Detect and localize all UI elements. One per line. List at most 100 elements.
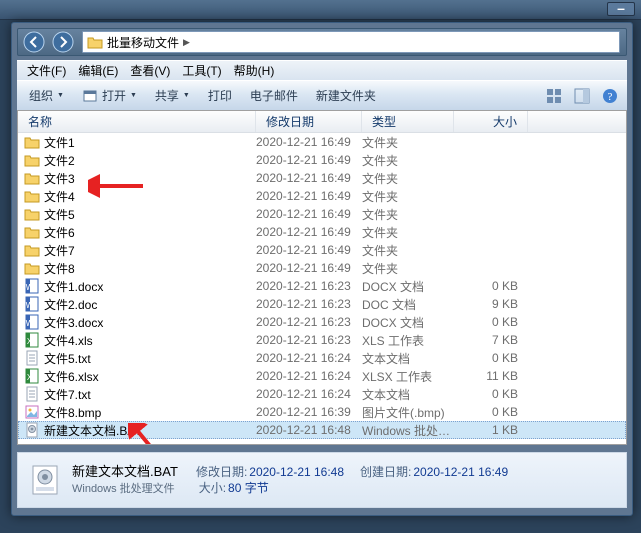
file-type: 文件夹	[362, 260, 454, 277]
file-type: 文件夹	[362, 224, 454, 241]
file-name: 文件1	[44, 134, 75, 151]
folder-icon	[24, 206, 40, 222]
docx-icon: W	[24, 278, 40, 294]
file-name: 文件2.doc	[44, 296, 97, 313]
file-name: 文件5.txt	[44, 350, 91, 367]
file-date: 2020-12-21 16:49	[256, 225, 362, 239]
share-label: 共享	[155, 87, 179, 104]
back-button[interactable]	[21, 30, 47, 54]
column-size-header[interactable]: 大小	[454, 111, 528, 132]
file-size: 9 KB	[454, 297, 528, 311]
file-row[interactable]: X文件4.xls2020-12-21 16:23XLS 工作表7 KB	[18, 331, 626, 349]
file-date: 2020-12-21 16:23	[256, 333, 362, 347]
file-row[interactable]: 文件42020-12-21 16:49文件夹	[18, 187, 626, 205]
email-label: 电子邮件	[250, 87, 298, 104]
menu-file[interactable]: 文件(F)	[21, 60, 72, 81]
file-name: 文件6.xlsx	[44, 368, 99, 385]
file-row[interactable]: 文件32020-12-21 16:49文件夹	[18, 169, 626, 187]
file-row[interactable]: 文件52020-12-21 16:49文件夹	[18, 205, 626, 223]
file-row[interactable]: W文件2.doc2020-12-21 16:23DOC 文档9 KB	[18, 295, 626, 313]
file-row[interactable]: 新建文本文档.BAT2020-12-21 16:48Windows 批处理...…	[18, 421, 626, 439]
file-row[interactable]: W文件1.docx2020-12-21 16:23DOCX 文档0 KB	[18, 277, 626, 295]
address-bar[interactable]: 批量移动文件 ▶	[82, 31, 620, 53]
txt-icon	[24, 386, 40, 402]
menu-help[interactable]: 帮助(H)	[228, 60, 281, 81]
command-bar: 组织▼ 打开▼ 共享 ▼ 打印 电子邮件 新建文件夹 ?	[17, 80, 627, 110]
xlsx-icon: X	[24, 368, 40, 384]
file-row[interactable]: 文件72020-12-21 16:49文件夹	[18, 241, 626, 259]
file-date: 2020-12-21 16:24	[256, 351, 362, 365]
breadcrumb[interactable]: 批量移动文件	[107, 34, 183, 51]
file-date: 2020-12-21 16:49	[256, 189, 362, 203]
details-pane: 新建文本文档.BAT 修改日期: 2020-12-21 16:48 创建日期: …	[17, 452, 627, 508]
file-row[interactable]: 文件7.txt2020-12-21 16:24文本文档0 KB	[18, 385, 626, 403]
file-date: 2020-12-21 16:49	[256, 135, 362, 149]
folder-icon	[24, 134, 40, 150]
menu-view[interactable]: 查看(V)	[124, 60, 176, 81]
new-folder-button[interactable]: 新建文件夹	[308, 84, 384, 108]
column-type-header[interactable]: 类型	[362, 111, 454, 132]
file-date: 2020-12-21 16:49	[256, 207, 362, 221]
svg-text:W: W	[26, 301, 34, 310]
file-name: 文件5	[44, 206, 75, 223]
file-date: 2020-12-21 16:23	[256, 297, 362, 311]
chevron-down-icon: ▼	[57, 92, 64, 99]
menu-tools[interactable]: 工具(T)	[176, 60, 227, 81]
email-button[interactable]: 电子邮件	[242, 84, 306, 108]
file-size: 11 KB	[454, 369, 528, 383]
svg-text:W: W	[26, 319, 34, 328]
file-name: 文件3.docx	[44, 314, 103, 331]
svg-text:W: W	[26, 283, 34, 292]
view-options-button[interactable]	[543, 85, 565, 107]
print-button[interactable]: 打印	[200, 84, 240, 108]
folder-icon	[24, 260, 40, 276]
details-file-type: Windows 批处理文件	[72, 481, 175, 497]
file-type: XLS 工作表	[362, 332, 454, 349]
column-date-header[interactable]: 修改日期	[256, 111, 362, 132]
folder-icon	[24, 224, 40, 240]
file-date: 2020-12-21 16:49	[256, 153, 362, 167]
file-row[interactable]: 文件5.txt 2020-12-21 16:24文本文档0 KB	[18, 349, 626, 367]
file-type: 文本文档	[362, 350, 454, 367]
preview-pane-button[interactable]	[571, 85, 593, 107]
file-name: 文件7.txt	[44, 386, 91, 403]
file-name: 文件4	[44, 188, 75, 205]
open-button[interactable]: 打开▼	[74, 84, 145, 108]
minimize-button[interactable]: –	[607, 2, 635, 16]
xls-icon: X	[24, 332, 40, 348]
folder-icon	[24, 242, 40, 258]
file-type: 文本文档	[362, 386, 454, 403]
folder-icon	[24, 170, 40, 186]
file-size: 0 KB	[454, 351, 528, 365]
file-row[interactable]: 文件22020-12-21 16:49文件夹	[18, 151, 626, 169]
details-file-name: 新建文本文档.BAT	[72, 464, 178, 480]
doc-icon: W	[24, 296, 40, 312]
file-row[interactable]: 文件82020-12-21 16:49文件夹	[18, 259, 626, 277]
file-date: 2020-12-21 16:48	[256, 423, 362, 437]
file-row[interactable]: 文件8.bmp2020-12-21 16:39图片文件(.bmp)0 KB	[18, 403, 626, 421]
menu-bar: 文件(F) 编辑(E) 查看(V) 工具(T) 帮助(H)	[17, 60, 627, 80]
column-headers: 名称 修改日期 类型 大小	[18, 111, 626, 133]
bat-file-big-icon	[26, 461, 64, 499]
bat-icon	[24, 422, 40, 438]
file-size: 0 KB	[454, 279, 528, 293]
help-button[interactable]: ?	[599, 85, 621, 107]
nav-bar: 批量移动文件 ▶	[17, 28, 627, 56]
file-row[interactable]: 文件1 2020-12-21 16:49文件夹	[18, 133, 626, 151]
file-date: 2020-12-21 16:24	[256, 369, 362, 383]
file-row[interactable]: 文件62020-12-21 16:49文件夹	[18, 223, 626, 241]
organize-button[interactable]: 组织▼	[21, 84, 72, 108]
forward-button[interactable]	[50, 30, 76, 54]
menu-edit[interactable]: 编辑(E)	[72, 60, 124, 81]
details-moddate-key: 修改日期:	[196, 464, 247, 480]
file-row[interactable]: W文件3.docx2020-12-21 16:23DOCX 文档0 KB	[18, 313, 626, 331]
file-type: 文件夹	[362, 134, 454, 151]
svg-text:X: X	[27, 373, 33, 382]
chevron-down-icon: ▼	[183, 92, 190, 99]
explorer-window: 批量移动文件 ▶ 文件(F) 编辑(E) 查看(V) 工具(T) 帮助(H) 组…	[11, 22, 633, 516]
file-row[interactable]: X文件6.xlsx2020-12-21 16:24XLSX 工作表11 KB	[18, 367, 626, 385]
file-list: 名称 修改日期 类型 大小 文件12020-12-21 16:49文件夹文件22…	[17, 110, 627, 445]
file-size: 0 KB	[454, 387, 528, 401]
share-button[interactable]: 共享 ▼	[147, 84, 198, 108]
column-name-header[interactable]: 名称	[18, 111, 256, 132]
